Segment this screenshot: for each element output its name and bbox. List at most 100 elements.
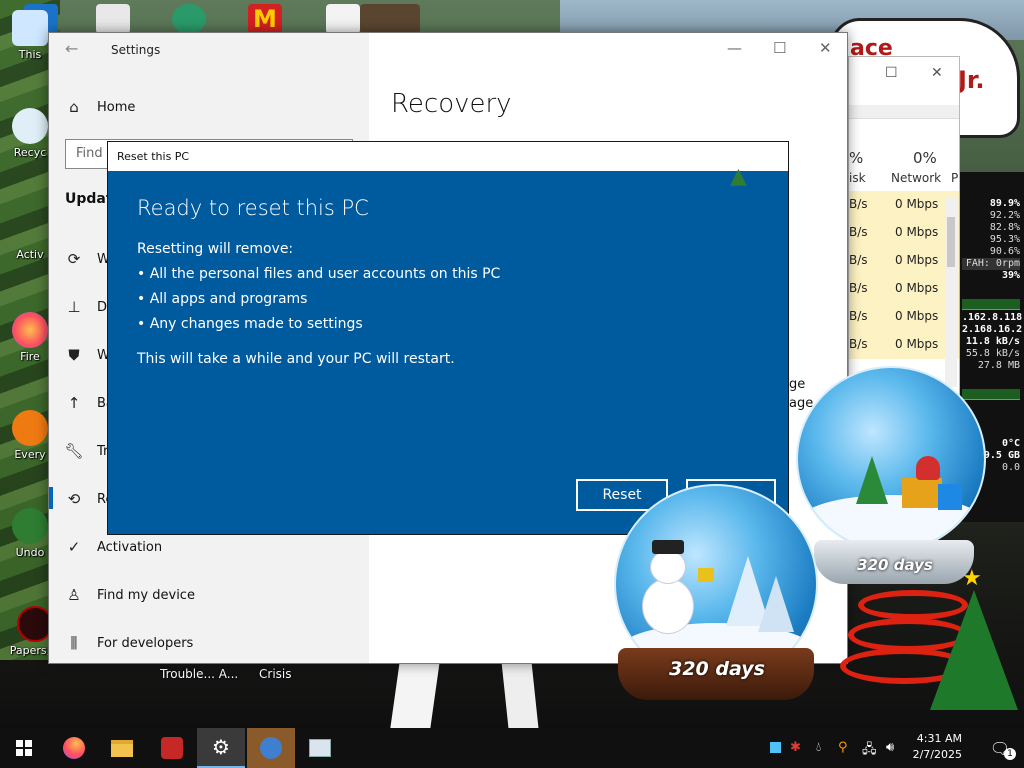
nav-item-find-my-device[interactable]: ♙ Find my device <box>65 575 365 615</box>
back-arrow-icon[interactable]: ← <box>65 39 78 58</box>
disk-cell: B/s <box>849 337 868 351</box>
disk-cell: B/s <box>849 253 868 267</box>
taskbar-settings[interactable]: ⚙ <box>197 728 245 768</box>
task-manager-icon <box>309 739 331 757</box>
clock-time: 4:31 AM <box>916 732 962 745</box>
desktop-app-icon[interactable] <box>360 4 420 34</box>
scrollbar[interactable] <box>945 197 957 387</box>
gift-shape <box>938 484 962 510</box>
monitor-value: FAH: 0rpm <box>962 258 1020 270</box>
days-label: 320 days <box>669 658 765 680</box>
network-column-header[interactable]: Network <box>891 171 941 185</box>
monitor-value: 2.168.16.2 <box>962 324 1023 335</box>
desktop-app-icon[interactable] <box>96 4 130 34</box>
gift-shape <box>902 478 942 508</box>
monitor-value: 89.9% <box>989 198 1020 209</box>
disk-column-header[interactable]: isk <box>849 171 866 185</box>
network-percent: 0% <box>913 149 937 167</box>
monitor-value: 27.8 MB <box>977 360 1020 371</box>
desktop-icon-label[interactable]: Crisis <box>259 667 291 681</box>
tray-app-icon[interactable]: ✱ <box>790 740 801 755</box>
snow-globe-decoration <box>796 366 986 552</box>
dialog-title: Reset this PC <box>117 150 190 163</box>
partial-text: ge <box>789 377 806 392</box>
network-cell: 0 Mbps <box>895 281 939 295</box>
volume-icon[interactable]: 🔊︎ <box>886 740 894 755</box>
action-center-button[interactable]: 🗨︎ 1 <box>976 728 1024 768</box>
maximize-icon[interactable]: ☐ <box>885 65 898 81</box>
page-title: Recovery <box>391 89 512 119</box>
disk-cell: B/s <box>849 225 868 239</box>
column-header[interactable]: P <box>951 171 958 185</box>
wallpaper-shape <box>501 660 539 728</box>
taskbar-firefox[interactable] <box>50 728 98 768</box>
dialog-bullet: • Any changes made to settings <box>137 316 363 332</box>
snowman-body <box>642 578 694 634</box>
firefox-icon <box>12 312 48 348</box>
tray-app-icon[interactable] <box>770 742 781 753</box>
monitor-value: 11.8 kB/s <box>965 336 1020 347</box>
person-pin-icon: ♙ <box>67 586 81 604</box>
close-icon[interactable]: ✕ <box>819 39 832 57</box>
tree-shape <box>856 456 888 504</box>
monitor-graph <box>962 284 1020 310</box>
nav-selection-indicator <box>49 487 53 509</box>
taskbar-app[interactable] <box>247 728 295 768</box>
start-button[interactable] <box>0 728 48 768</box>
network-cell: 0 Mbps <box>895 197 939 211</box>
desktop-icon-label: Recyc <box>13 146 47 159</box>
sign-text-2: Jr. <box>958 66 985 94</box>
taskbar-app[interactable] <box>148 728 196 768</box>
minimize-icon[interactable]: — <box>727 39 742 57</box>
tray-search-icon[interactable]: ⚲ <box>838 740 848 755</box>
network-icon[interactable]: 🖧︎ <box>862 740 877 762</box>
mcdonalds-icon[interactable]: M <box>248 4 282 34</box>
folder-icon <box>111 739 133 757</box>
disk-cell: B/s <box>849 281 868 295</box>
network-cell: 0 Mbps <box>895 337 939 351</box>
tray-drop-icon[interactable]: 💧︎ <box>816 740 821 755</box>
clock-date: 2/7/2025 <box>912 748 962 761</box>
app-icon <box>12 508 48 544</box>
taskbar-task-manager[interactable] <box>296 728 344 768</box>
backup-icon: ↑ <box>67 394 81 412</box>
dialog-bullet: • All the personal files and user accoun… <box>137 266 501 282</box>
sync-icon: ⟳ <box>67 250 81 268</box>
monitor-value: 92.2% <box>989 210 1020 221</box>
monitor-value: 90.6% <box>989 246 1020 257</box>
desktop-icon-label[interactable]: Trouble... A... <box>160 667 238 681</box>
search-placeholder: Find <box>76 146 103 161</box>
monitor-value: 55.8 kB/s <box>965 348 1020 359</box>
disk-percent: % <box>849 149 864 167</box>
network-cell: 0 Mbps <box>895 225 939 239</box>
desktop-app-icon[interactable] <box>172 4 206 34</box>
santa-shape <box>916 456 940 480</box>
desktop-app-icon[interactable] <box>326 4 360 34</box>
snowman-hat <box>652 540 684 554</box>
close-icon[interactable]: ✕ <box>931 65 943 81</box>
nav-item-for-developers[interactable]: ⫼ For developers <box>65 623 365 663</box>
desktop-icon-label: Every <box>14 448 46 461</box>
task-manager-window[interactable]: ☐ ✕ % isk 0% Network P B/s B/s B/s B/s B… <box>848 56 960 396</box>
recycle-bin-icon <box>12 108 48 144</box>
desktop-icon-label: This <box>18 48 42 61</box>
maximize-icon[interactable]: ☐ <box>773 39 786 57</box>
developer-icon: ⫼ <box>70 634 78 652</box>
scrollbar-thumb[interactable] <box>947 217 955 267</box>
days-label: 320 days <box>857 556 933 574</box>
check-circle-icon: ✓ <box>67 538 81 556</box>
dialog-bullet: • All apps and programs <box>137 291 308 307</box>
windows-logo-icon <box>16 740 32 756</box>
monitor-value: 95.3% <box>989 234 1020 245</box>
taskbar: ⚙ ✱ 💧︎ ⚲ 🖧︎ 🔊︎ 4:31 AM 2/7/2025 🗨︎ 1 <box>0 728 1024 768</box>
monitor-value: .162.8.118 <box>962 312 1023 323</box>
dialog-note: This will take a while and your PC will … <box>137 351 455 367</box>
nav-item-home[interactable]: ⌂ Home <box>65 87 365 127</box>
taskbar-file-explorer[interactable] <box>98 728 146 768</box>
computer-icon <box>12 10 48 46</box>
gift-shape <box>698 568 714 582</box>
app-icon <box>260 737 282 759</box>
clock[interactable]: 4:31 AM 2/7/2025 <box>913 731 962 763</box>
home-icon: ⌂ <box>69 98 79 116</box>
